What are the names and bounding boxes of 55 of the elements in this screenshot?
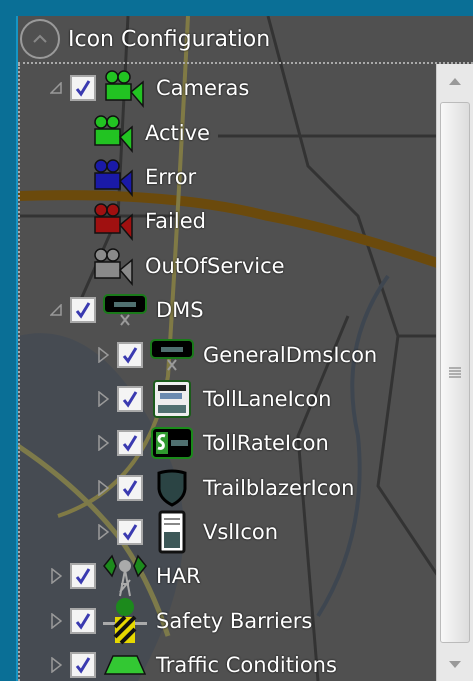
- shield-icon: [156, 468, 188, 507]
- checkbox[interactable]: [117, 430, 143, 456]
- scroll-up-icon[interactable]: [449, 78, 461, 84]
- checkbox[interactable]: [117, 342, 143, 368]
- sign-icon: [149, 338, 195, 372]
- tree-item-label[interactable]: GeneralDmsIcon: [203, 342, 378, 367]
- tree-item-label[interactable]: VslIcon: [203, 520, 278, 544]
- collapsed-arrow-icon[interactable]: [98, 480, 108, 496]
- tree-item-label[interactable]: OutOfService: [145, 254, 285, 278]
- camera-icon: [92, 201, 136, 242]
- expanded-arrow-icon[interactable]: [50, 304, 62, 316]
- grip-icon[interactable]: [449, 366, 461, 380]
- camera-icon: [92, 246, 136, 286]
- tree-item-label[interactable]: Error: [145, 164, 196, 189]
- tree-item-label[interactable]: TollRateIcon: [203, 431, 329, 456]
- checkbox[interactable]: [70, 608, 96, 634]
- checkbox[interactable]: [70, 652, 96, 678]
- toll-lane-icon: [152, 378, 192, 419]
- tree-item-label[interactable]: Traffic Conditions: [156, 653, 337, 678]
- checkbox[interactable]: [70, 563, 96, 590]
- tree-item-label[interactable]: TollLaneIcon: [203, 386, 332, 411]
- tree-item-label[interactable]: HAR: [156, 564, 201, 588]
- checkbox[interactable]: [70, 75, 96, 102]
- sign-icon: [102, 293, 148, 328]
- camera-icon: [92, 156, 136, 197]
- scroll-thumb[interactable]: [440, 102, 470, 643]
- tree-item-label[interactable]: Cameras: [156, 76, 250, 100]
- checkbox[interactable]: [117, 519, 143, 546]
- tree-item-label[interactable]: Active: [145, 120, 210, 145]
- barrier-icon: [101, 596, 149, 645]
- scrollbar[interactable]: [436, 64, 473, 681]
- collapsed-arrow-icon[interactable]: [98, 346, 108, 363]
- tree-item-label[interactable]: Safety Barriers: [156, 608, 312, 633]
- collapsed-arrow-icon[interactable]: [50, 657, 62, 674]
- tree-item-label[interactable]: TrailblazerIcon: [203, 476, 354, 500]
- camera-icon: [103, 68, 147, 108]
- tree-item-label[interactable]: Failed: [145, 209, 206, 234]
- scroll-down-icon[interactable]: [449, 660, 461, 668]
- collapse-button[interactable]: [20, 19, 60, 59]
- toll-rate-icon: [150, 426, 194, 460]
- panel-title: Icon Configuration: [68, 26, 270, 52]
- collapsed-arrow-icon[interactable]: [98, 435, 108, 452]
- checkbox[interactable]: [70, 297, 96, 324]
- speed-sign-icon: [158, 510, 186, 554]
- radio-tower-icon: [102, 554, 148, 598]
- collapsed-arrow-icon[interactable]: [50, 568, 62, 584]
- tree-item-label[interactable]: DMS: [156, 298, 204, 322]
- camera-icon: [92, 112, 136, 153]
- checkbox[interactable]: [117, 386, 143, 412]
- chevron-up-icon[interactable]: [32, 34, 48, 44]
- collapsed-arrow-icon[interactable]: [98, 524, 108, 540]
- expanded-arrow-icon[interactable]: [50, 82, 62, 94]
- collapsed-arrow-icon[interactable]: [98, 390, 108, 407]
- checkbox[interactable]: [117, 474, 143, 501]
- collapsed-arrow-icon[interactable]: [50, 612, 62, 629]
